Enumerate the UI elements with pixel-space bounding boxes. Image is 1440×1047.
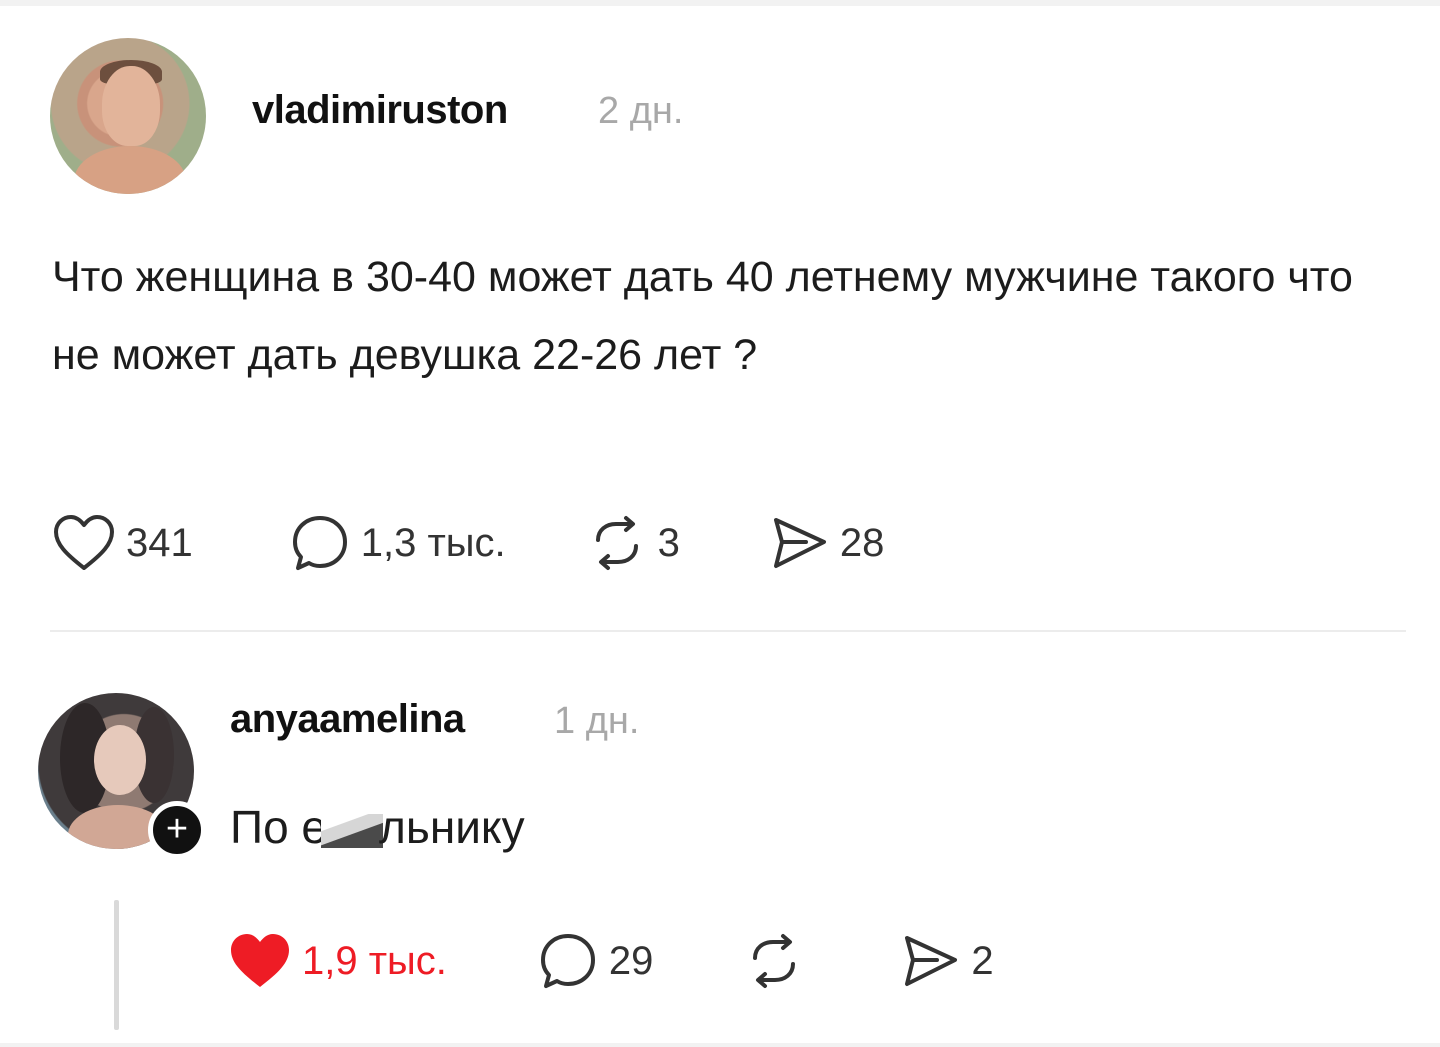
reply-like-button[interactable]: 1,9 тыс. — [228, 930, 447, 992]
comment-icon — [540, 934, 595, 988]
share-icon — [773, 518, 826, 568]
post-repost-button[interactable]: 3 — [586, 512, 680, 574]
reply-text: По е льнику — [230, 800, 525, 854]
reply-text-end: льнику — [379, 801, 525, 853]
post-author-avatar[interactable] — [50, 38, 206, 194]
heart-icon — [54, 515, 114, 570]
follow-button[interactable]: + — [148, 801, 206, 859]
reply-actions: 1,9 тыс. 29 2 — [228, 930, 994, 992]
plus-icon: + — [165, 808, 189, 850]
thread-line — [114, 900, 119, 1030]
post-comment-button[interactable]: 1,3 тыс. — [289, 512, 506, 574]
reply-share-count: 2 — [971, 938, 994, 983]
post-like-count: 341 — [126, 520, 193, 565]
post-text: Что женщина в 30-40 может дать 40 летнем… — [52, 253, 1353, 379]
post-share-count: 28 — [839, 520, 885, 565]
reply-repost-button[interactable] — [743, 930, 805, 992]
reply-comment-button[interactable]: 29 — [537, 930, 654, 992]
post-repost-count: 3 — [657, 520, 680, 565]
post-author-username[interactable]: vladimiruston — [252, 88, 508, 133]
post-time: 2 дн. — [598, 90, 684, 132]
reply-text-start: По е — [230, 801, 328, 853]
post-actions: 341 1,3 тыс. 3 28 — [52, 512, 884, 574]
reply-like-count: 1,9 тыс. — [302, 938, 447, 983]
reply-author-username[interactable]: anyaamelina — [230, 697, 465, 742]
top-edge — [0, 0, 1440, 6]
comment-icon — [292, 516, 347, 570]
heart-icon — [231, 934, 289, 987]
bottom-edge — [0, 1043, 1440, 1047]
reply-time: 1 дн. — [554, 700, 640, 742]
censor-mark — [321, 813, 384, 848]
reply-share-button[interactable]: 2 — [899, 930, 994, 992]
post-comment-count: 1,3 тыс. — [360, 520, 506, 565]
reply-comment-count: 29 — [608, 938, 654, 983]
share-icon — [905, 936, 958, 986]
divider — [50, 630, 1406, 632]
repost-icon — [753, 934, 796, 988]
repost-icon — [595, 516, 638, 570]
post-share-button[interactable]: 28 — [768, 512, 885, 574]
post-like-button[interactable]: 341 — [52, 512, 193, 574]
